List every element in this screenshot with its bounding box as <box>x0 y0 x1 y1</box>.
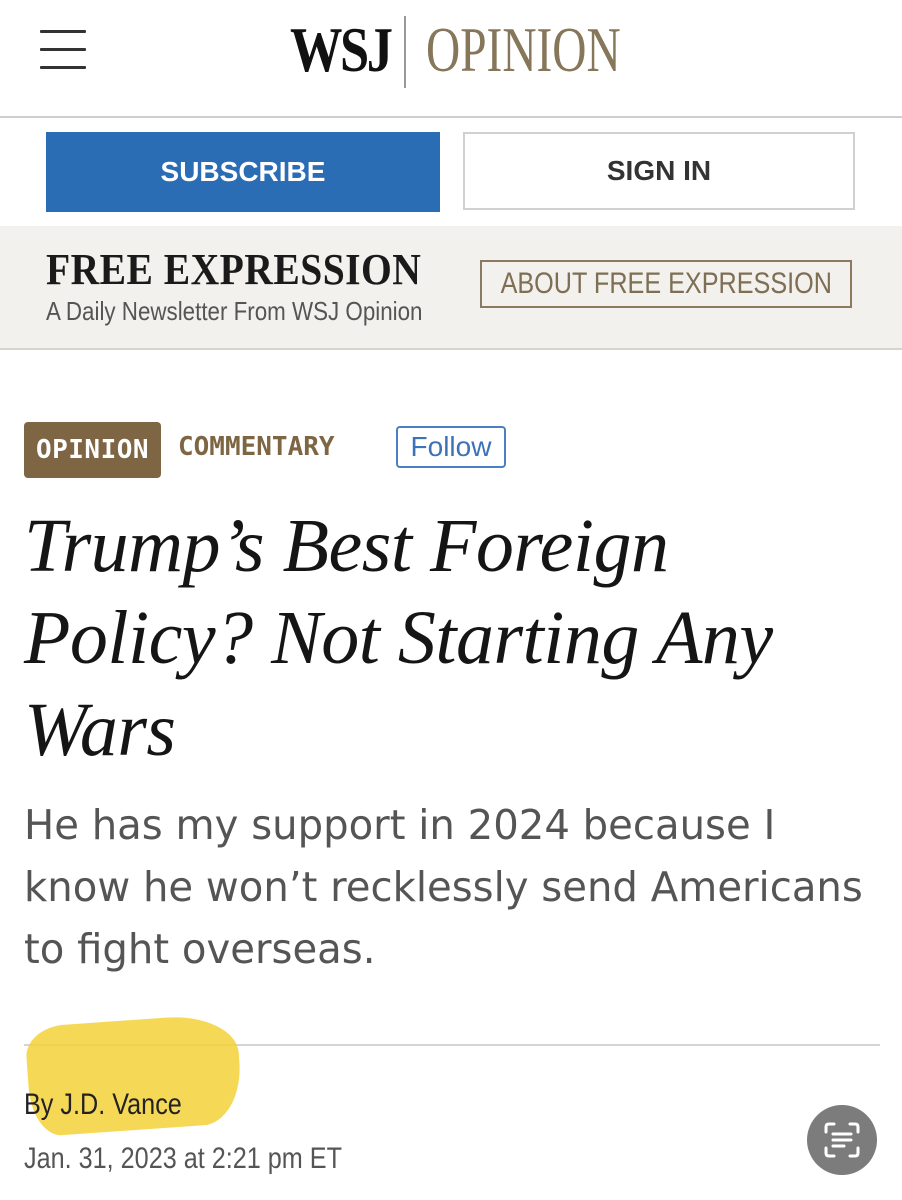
hamburger-menu-icon[interactable] <box>40 30 86 70</box>
wsj-logo[interactable]: WSJ <box>290 18 393 82</box>
opinion-logo[interactable]: OPINION <box>426 18 621 82</box>
follow-button[interactable]: Follow <box>396 426 506 468</box>
about-newsletter-label: ABOUT FREE EXPRESSION <box>500 267 832 300</box>
article-headline: Trump’s Best Foreign Policy? Not Startin… <box>24 504 773 772</box>
section-label[interactable]: COMMENTARY <box>178 434 335 460</box>
scan-text-icon <box>824 1122 860 1158</box>
logo-divider <box>404 16 406 88</box>
newsletter-subtitle: A Daily Newsletter From WSJ Opinion <box>46 296 423 326</box>
byline-prefix: By <box>24 1088 61 1121</box>
subscribe-button[interactable]: SUBSCRIBE <box>46 132 440 212</box>
article-dek: He has my support in 2024 because I know… <box>24 801 863 973</box>
opinion-badge: OPINION <box>24 422 161 478</box>
newsletter-banner: FREE EXPRESSION A Daily Newsletter From … <box>0 226 902 350</box>
about-newsletter-button[interactable]: ABOUT FREE EXPRESSION <box>480 260 852 308</box>
sign-in-button[interactable]: SIGN IN <box>463 132 855 210</box>
publish-timestamp: Jan. 31, 2023 at 2:21 pm ET <box>24 1142 343 1175</box>
newsletter-title[interactable]: FREE EXPRESSION <box>46 248 421 292</box>
author-link[interactable]: J.D. Vance <box>60 1088 181 1121</box>
site-header: WSJ OPINION <box>0 0 902 118</box>
byline: By J.D. Vance <box>24 1088 182 1122</box>
live-text-scan-icon[interactable] <box>807 1105 877 1175</box>
